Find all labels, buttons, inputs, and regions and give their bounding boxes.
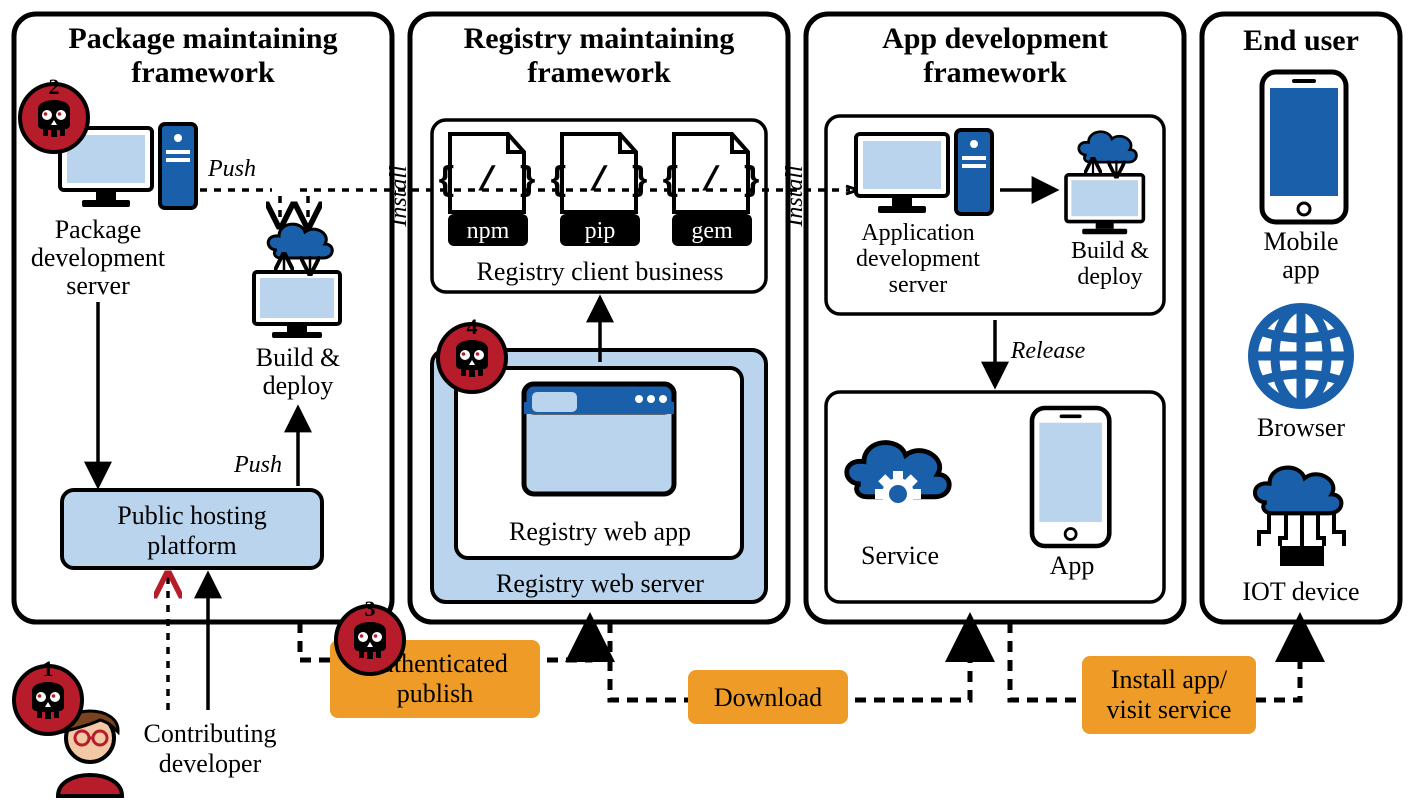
pkg-dev-l2: development xyxy=(31,243,166,272)
registry-client-label: Registry client business xyxy=(477,257,724,286)
app-phone-icon xyxy=(1032,408,1109,546)
svg-text:development: development xyxy=(856,246,980,272)
service-icon xyxy=(847,443,949,517)
pkg-pip: pip xyxy=(585,218,616,244)
hosting-l2: platform xyxy=(147,531,237,560)
svg-text:1: 1 xyxy=(43,656,54,681)
svg-text:4: 4 xyxy=(467,314,478,339)
app-development-framework: App development framework Application de… xyxy=(806,14,1184,622)
pkg-npm: npm xyxy=(467,218,510,244)
svg-text:publish: publish xyxy=(397,679,474,708)
svg-text:deploy: deploy xyxy=(1077,264,1142,290)
col3-title-l2: framework xyxy=(923,56,1067,89)
col2-title-l2: framework xyxy=(527,56,671,89)
flow-lane: Authenticated publish Download Install a… xyxy=(300,622,1300,734)
svg-text:visit service: visit service xyxy=(1107,695,1232,724)
pkg-gem: gem xyxy=(691,218,733,244)
bd1-l2: deploy xyxy=(263,371,334,400)
bd1-l1: Build & xyxy=(256,343,341,372)
end-user-column: End user Mobile app Browser IOT device xyxy=(1202,14,1400,622)
col2-title-l1: Registry maintaining xyxy=(464,22,735,55)
code-file-gem xyxy=(660,134,762,212)
svg-text:Build &: Build & xyxy=(1071,238,1149,264)
registry-web-server-label: Registry web server xyxy=(496,569,704,598)
svg-text:Release: Release xyxy=(1010,338,1086,364)
pkg-dev-l3: server xyxy=(66,271,130,300)
col1-title-l2: framework xyxy=(131,56,275,89)
pkg-dev-l1: Package xyxy=(55,215,142,244)
mobile-phone-icon xyxy=(1262,72,1346,222)
col1-title-l1: Package maintaining xyxy=(68,22,337,55)
svg-text:IOT device: IOT device xyxy=(1242,577,1359,606)
svg-text:Application: Application xyxy=(861,220,974,246)
code-file-npm xyxy=(436,134,538,212)
svg-text:Install app/: Install app/ xyxy=(1111,665,1228,694)
registry-web-app-label: Registry web app xyxy=(509,517,691,546)
svg-text:Mobile: Mobile xyxy=(1263,227,1338,256)
install-label-left: Install xyxy=(386,165,412,228)
push-label-1: Push xyxy=(207,156,256,182)
svg-text:Download: Download xyxy=(714,683,822,712)
svg-text:End user: End user xyxy=(1243,24,1359,57)
globe-icon xyxy=(1253,308,1349,404)
contrib-l1: Contributing xyxy=(144,719,277,748)
build-deploy-icon-1 xyxy=(254,224,340,338)
svg-text:App: App xyxy=(1050,551,1095,580)
build-deploy-icon-2 xyxy=(1066,132,1143,234)
svg-text:Browser: Browser xyxy=(1257,413,1345,442)
col3-title-l1: App development xyxy=(882,22,1108,55)
svg-text:app: app xyxy=(1282,255,1320,284)
hosting-l1: Public hosting xyxy=(117,501,267,530)
push-label-2: Push xyxy=(233,452,282,478)
app-dev-server-icon xyxy=(856,130,992,214)
browser-window-icon xyxy=(524,384,674,494)
svg-text:server: server xyxy=(889,272,948,298)
code-file-pip xyxy=(548,134,650,212)
svg-text:Service: Service xyxy=(861,541,939,570)
iot-icon xyxy=(1255,468,1344,566)
svg-text:3: 3 xyxy=(365,596,376,621)
svg-text:2: 2 xyxy=(49,74,60,99)
contrib-l2: developer xyxy=(159,749,262,778)
